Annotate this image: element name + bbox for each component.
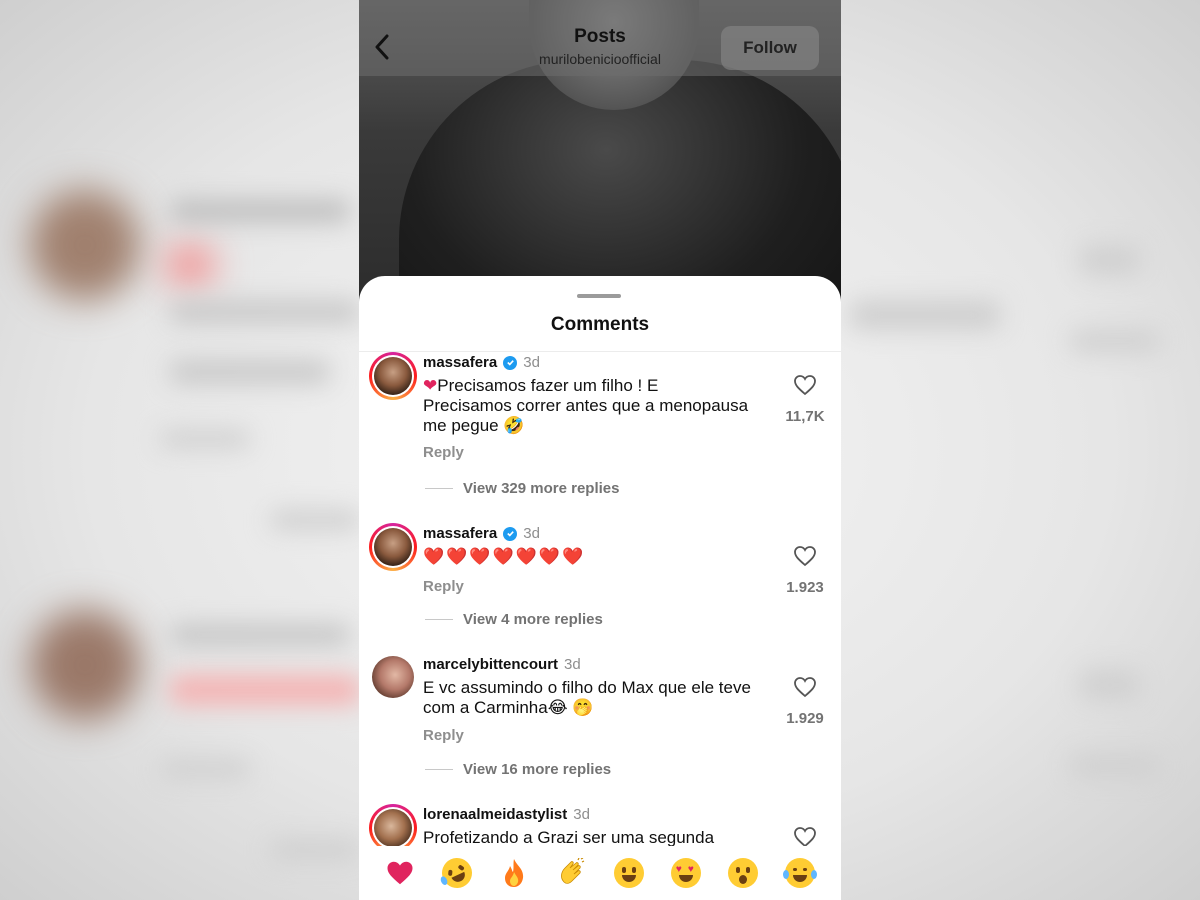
divider bbox=[359, 351, 841, 352]
like-heart-icon[interactable] bbox=[793, 676, 819, 700]
heart-eyes-reaction-icon[interactable]: ♥ ♥ bbox=[667, 854, 705, 892]
verified-badge-icon bbox=[503, 355, 518, 370]
rofl-reaction-icon[interactable] bbox=[436, 853, 477, 893]
replies-line bbox=[425, 619, 453, 620]
phone-screen: Posts murilobenicioofficial Follow Comme… bbox=[359, 0, 841, 900]
view-replies-button[interactable]: View 16 more replies bbox=[425, 761, 611, 778]
comment-time: 3d bbox=[523, 525, 540, 542]
reaction-bar: ♥ ♥ bbox=[359, 846, 841, 900]
comment-text: E vc assumindo o filho do Max que ele te… bbox=[423, 678, 751, 718]
comment-text: ❤️❤️❤️❤️❤️❤️❤️ bbox=[423, 547, 586, 567]
drag-handle[interactable] bbox=[577, 294, 621, 298]
replies-line bbox=[425, 769, 453, 770]
comment-time: 3d bbox=[564, 656, 581, 673]
avatar[interactable] bbox=[369, 804, 417, 852]
comment-time: 3d bbox=[523, 354, 540, 371]
like-heart-icon[interactable] bbox=[793, 374, 819, 398]
comments-sheet: Comments massafera 3d ❤Precisamos fazer … bbox=[359, 276, 841, 900]
joy-reaction-icon[interactable] bbox=[781, 854, 819, 892]
like-count: 11,7K bbox=[785, 408, 825, 425]
avatar[interactable] bbox=[369, 352, 417, 400]
surprised-reaction-icon[interactable] bbox=[724, 854, 762, 892]
comments-title: Comments bbox=[550, 314, 650, 335]
comment-username[interactable]: marcelybittencourt bbox=[423, 656, 558, 673]
rofl-emoji: 🤣 bbox=[503, 416, 525, 436]
replies-line bbox=[425, 488, 453, 489]
follow-button[interactable]: Follow bbox=[721, 26, 819, 70]
yum-reaction-icon[interactable] bbox=[610, 854, 648, 892]
comment-username[interactable]: lorenaalmeidastylist bbox=[423, 806, 567, 823]
avatar[interactable] bbox=[372, 656, 414, 698]
reply-button[interactable]: Reply bbox=[423, 578, 464, 595]
reply-button[interactable]: Reply bbox=[423, 727, 464, 744]
like-count: 1.923 bbox=[786, 579, 824, 596]
comment-text: ❤Precisamos fazer um filho ! E Precisamo… bbox=[423, 376, 749, 436]
fire-reaction-icon[interactable] bbox=[495, 854, 533, 892]
heart-reaction-icon[interactable] bbox=[381, 854, 419, 892]
verified-badge-icon bbox=[503, 526, 518, 541]
view-replies-button[interactable]: View 329 more replies bbox=[425, 480, 619, 497]
hushed-face-emoji: 🤭 bbox=[572, 698, 594, 718]
like-count: 1.929 bbox=[786, 710, 824, 727]
comment-text: Profetizando a Grazi ser uma segunda bbox=[423, 828, 715, 847]
reply-button[interactable]: Reply bbox=[423, 444, 464, 461]
clap-reaction-icon[interactable] bbox=[552, 854, 590, 892]
joy-emoji: 😂 bbox=[547, 698, 568, 718]
comment-username[interactable]: massafera bbox=[423, 354, 497, 371]
like-heart-icon[interactable] bbox=[793, 545, 819, 569]
red-heart-emoji: ❤ bbox=[423, 376, 438, 396]
comment-username[interactable]: massafera bbox=[423, 525, 497, 542]
comment-time: 3d bbox=[573, 806, 590, 823]
view-replies-button[interactable]: View 4 more replies bbox=[425, 611, 603, 628]
avatar[interactable] bbox=[369, 523, 417, 571]
